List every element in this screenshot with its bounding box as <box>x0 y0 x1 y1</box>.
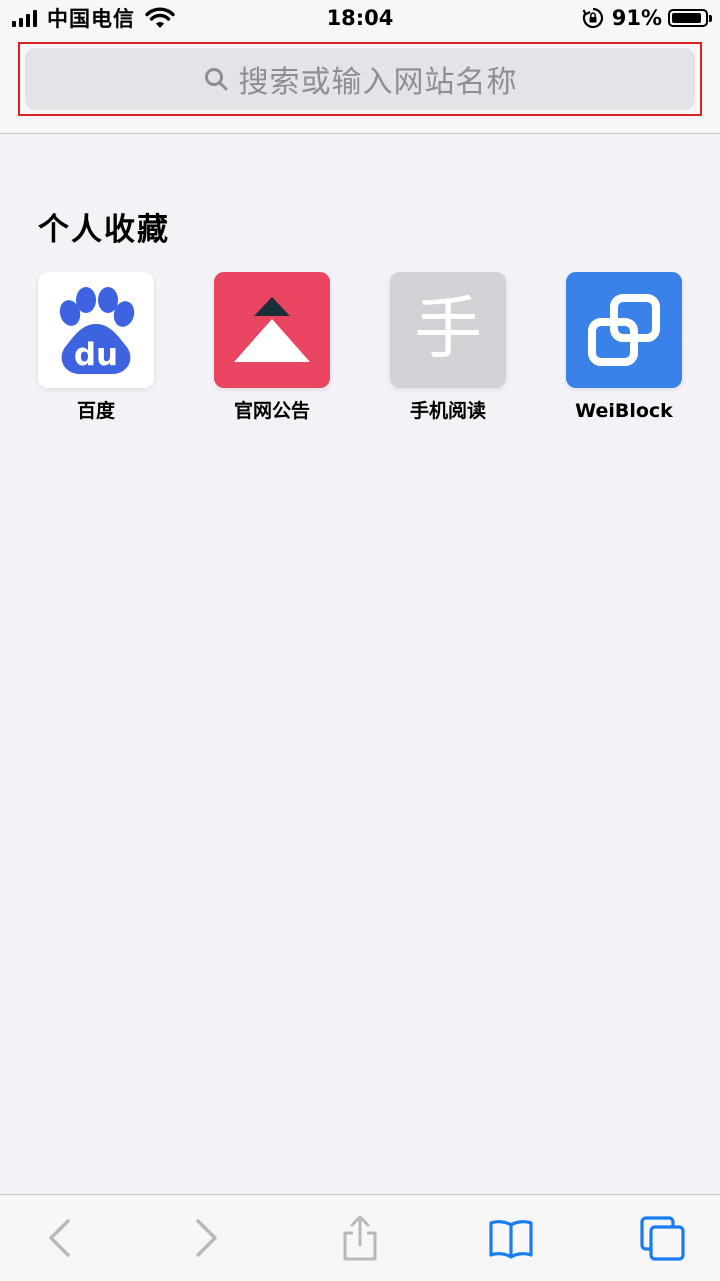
favorite-label: 官网公告 <box>233 400 310 422</box>
share-icon[interactable] <box>335 1213 385 1263</box>
svg-text:du: du <box>74 337 118 373</box>
baidu-tile: du <box>38 272 154 388</box>
favorites-grid: du 百度 官网公告 手 手机阅读 WeiBlock <box>0 272 720 432</box>
rotation-lock-icon <box>582 7 603 29</box>
address-placeholder: 搜索或输入网站名称 <box>238 65 518 100</box>
linked-squares-icon <box>588 294 660 366</box>
forward-icon[interactable] <box>182 1213 232 1263</box>
favorite-label: WeiBlock <box>575 400 673 422</box>
back-icon[interactable] <box>34 1213 84 1263</box>
bottom-toolbar <box>0 1194 720 1281</box>
search-icon <box>204 68 227 91</box>
weiblock-tile <box>566 272 682 388</box>
baidu-paw-icon: du <box>59 287 135 374</box>
favorites-title: 个人收藏 <box>38 212 170 248</box>
address-bar[interactable]: 搜索或输入网站名称 <box>25 48 695 110</box>
favorite-mobile-reading[interactable]: 手 手机阅读 <box>373 272 523 424</box>
status-bar: 中国电信 18:04 91% <box>0 0 720 36</box>
mobile-reading-tile: 手 <box>390 272 506 388</box>
address-bar-highlight: 搜索或输入网站名称 <box>18 42 702 116</box>
battery-percent: 91% <box>611 6 662 30</box>
address-bar-area: 搜索或输入网站名称 <box>0 36 720 134</box>
favorite-official-notice[interactable]: 官网公告 <box>197 272 347 424</box>
bookmarks-icon[interactable] <box>486 1213 536 1263</box>
favorite-weiblock[interactable]: WeiBlock <box>549 272 699 424</box>
battery-icon <box>668 9 712 27</box>
triangle-logo-icon <box>234 297 310 362</box>
official-notice-tile <box>214 272 330 388</box>
tabs-icon[interactable] <box>637 1213 687 1263</box>
status-right: 91% <box>582 4 712 32</box>
favorite-baidu[interactable]: du 百度 <box>21 272 171 424</box>
favorite-label: 手机阅读 <box>409 400 486 422</box>
favorite-label: 百度 <box>76 400 115 422</box>
letter-icon: 手 <box>413 290 482 369</box>
